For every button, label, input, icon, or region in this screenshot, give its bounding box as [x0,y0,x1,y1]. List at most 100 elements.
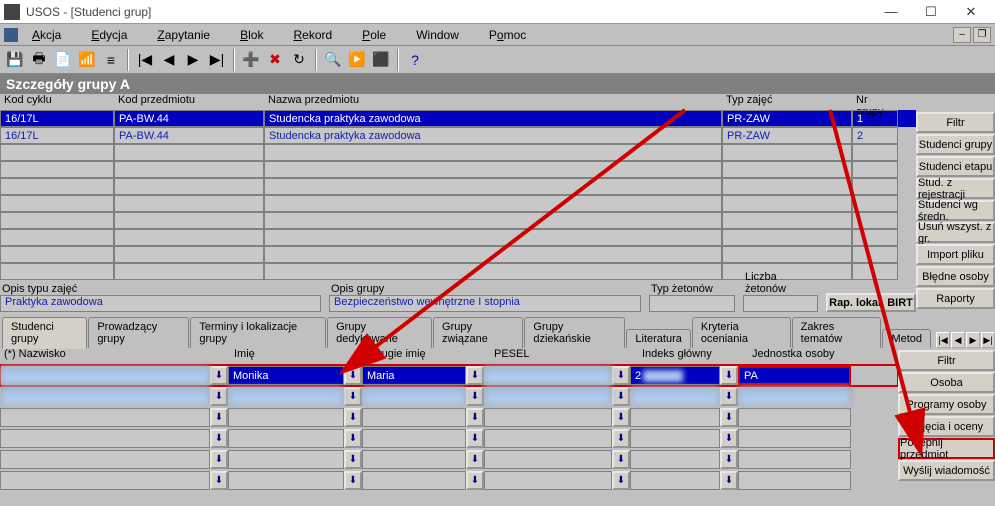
dropdown-icon[interactable]: ⬇ [720,408,738,427]
typ-zetonow-input[interactable] [649,295,735,312]
remove-icon[interactable]: ✖ [264,49,286,71]
dropdown-icon[interactable]: ⬇ [612,450,630,469]
signal-icon[interactable]: 📶 [76,49,98,71]
menu-blok[interactable]: Blok [236,26,273,44]
save-icon[interactable]: 💾 [4,49,26,71]
cell-indeks[interactable] [630,387,720,406]
dropdown-icon[interactable]: ⬇ [720,450,738,469]
cell-pesel[interactable] [484,366,612,385]
dropdown-icon[interactable]: ⬇ [612,366,630,385]
maximize-button[interactable]: ☐ [911,1,951,23]
tab-literatura[interactable]: Literatura [626,329,690,348]
tab-scroll-first-icon[interactable]: |◀ [936,332,950,348]
dropdown-icon[interactable]: ⬇ [344,408,362,427]
filtr-button[interactable]: Filtr [916,112,995,133]
bledne-osoby-button[interactable]: Błędne osoby [916,266,995,287]
group-row-empty[interactable] [0,178,916,195]
dropdown-icon[interactable]: ⬇ [720,429,738,448]
student-row-empty[interactable]: ⬇⬇⬇⬇⬇ [0,428,898,449]
menu-pomoc[interactable]: Pomoc [485,26,536,44]
dropdown-icon[interactable]: ⬇ [344,366,362,385]
import-pliku-button[interactable]: Import pliku [916,244,995,265]
student-row[interactable]: ⬇ ⬇ ⬇ ⬇ ⬇ [0,386,898,407]
tab-metody[interactable]: Metod [882,329,931,348]
cell-drugie[interactable] [362,387,466,406]
dropdown-icon[interactable]: ⬇ [344,387,362,406]
tab-scroll-prev-icon[interactable]: ◀ [951,332,965,348]
dropdown-icon[interactable]: ⬇ [210,471,228,490]
menu-window[interactable]: Window [412,26,469,44]
print-icon[interactable]: 🖶 [28,49,50,71]
tab-grupy-dziekanskie[interactable]: Grupy dziekańskie [524,317,625,348]
menu-edycja[interactable]: Edycja [87,26,137,44]
group-row-empty[interactable] [0,229,916,246]
cell-jednostka[interactable] [738,387,851,406]
group-row-empty[interactable] [0,195,916,212]
first-record-icon[interactable]: |◀ [134,49,156,71]
execute-icon[interactable]: ▶️ [346,49,368,71]
dropdown-icon[interactable]: ⬇ [344,450,362,469]
tool-icon-3[interactable]: 📄 [52,49,74,71]
dropdown-icon[interactable]: ⬇ [466,366,484,385]
zajecia-i-oceny-button[interactable]: Zajęcia i oceny [898,416,995,437]
cell-imie[interactable] [228,387,344,406]
dropdown-icon[interactable]: ⬇ [344,429,362,448]
next-record-icon[interactable]: ▶ [182,49,204,71]
cancel-query-icon[interactable]: ⬛ [370,49,392,71]
tab-terminy[interactable]: Terminy i lokalizacje grupy [190,317,326,348]
wyslij-wiadomosc-button[interactable]: Wyślij wiadomość [898,460,995,481]
dropdown-icon[interactable]: ⬇ [344,471,362,490]
tab-studenci-grupy[interactable]: Studenci grupy [2,317,87,349]
cell-drugie[interactable]: Maria [362,366,466,385]
add-icon[interactable]: ➕ [240,49,262,71]
studenci-wg-sredn-button[interactable]: Studenci wg średn. [916,200,995,221]
dropdown-icon[interactable]: ⬇ [210,408,228,427]
tab-zakres[interactable]: Zakres tematów [792,317,882,348]
help-icon[interactable]: ? [404,49,426,71]
group-row[interactable]: 16/17L PA-BW.44 Studencka praktyka zawod… [0,127,916,144]
tab-kryteria[interactable]: Kryteria oceniania [692,317,791,348]
cell-nazwisko[interactable] [0,387,210,406]
dropdown-icon[interactable]: ⬇ [210,366,228,385]
opis-grupy-input[interactable]: Bezpieczeństwo wewnętrzne I stopnia [329,295,641,312]
refresh-icon[interactable]: ↻ [288,49,310,71]
menu-pole[interactable]: Pole [358,26,396,44]
osoba-button[interactable]: Osoba [898,372,995,393]
tab-scroll-last-icon[interactable]: ▶| [981,332,995,348]
mdi-minimize-button[interactable]: – [953,27,971,43]
menu-rekord[interactable]: Rekord [289,26,342,44]
close-button[interactable]: ✕ [951,1,991,23]
cell-pesel[interactable] [484,387,612,406]
student-row[interactable]: ⬇ Monika ⬇ Maria ⬇ ⬇ 2 ⬇ PA [0,365,898,386]
stud-z-rejestracji-button[interactable]: Stud. z rejestracji [916,178,995,199]
dropdown-icon[interactable]: ⬇ [210,450,228,469]
menu-zapytanie[interactable]: Zapytanie [153,26,220,44]
dropdown-icon[interactable]: ⬇ [466,471,484,490]
dropdown-icon[interactable]: ⬇ [612,408,630,427]
usun-wszyst-button[interactable]: Usuń wszyst. z gr. [916,222,995,243]
studenci-etapu-button[interactable]: Studenci etapu [916,156,995,177]
opis-typu-input[interactable]: Praktyka zawodowa [0,295,321,312]
rap-lokal-birt-button[interactable]: Rap. lokal. BIRT [826,293,916,312]
tab-scroll-next-icon[interactable]: ▶ [966,332,980,348]
group-row-empty[interactable] [0,144,916,161]
cell-nazwisko[interactable] [0,366,210,385]
raporty-button[interactable]: Raporty [916,288,995,309]
liczba-zetonow-input[interactable] [743,295,818,312]
dropdown-icon[interactable]: ⬇ [720,366,738,385]
dropdown-icon[interactable]: ⬇ [612,471,630,490]
programy-osoby-button[interactable]: Programy osoby [898,394,995,415]
group-row-empty[interactable] [0,161,916,178]
cell-indeks[interactable]: 2 [630,366,720,385]
group-row-empty[interactable] [0,246,916,263]
dropdown-icon[interactable]: ⬇ [720,471,738,490]
dropdown-icon[interactable]: ⬇ [466,408,484,427]
student-row-empty[interactable]: ⬇ ⬇ ⬇ ⬇ ⬇ [0,407,898,428]
dropdown-icon[interactable]: ⬇ [720,387,738,406]
dropdown-icon[interactable]: ⬇ [210,387,228,406]
dropdown-icon[interactable]: ⬇ [466,429,484,448]
dropdown-icon[interactable]: ⬇ [466,450,484,469]
menu-akcja[interactable]: Akcja [28,26,71,44]
podepnij-przedmiot-button[interactable]: Podepnij przedmiot [898,438,995,459]
filtr-lower-button[interactable]: Filtr [898,350,995,371]
